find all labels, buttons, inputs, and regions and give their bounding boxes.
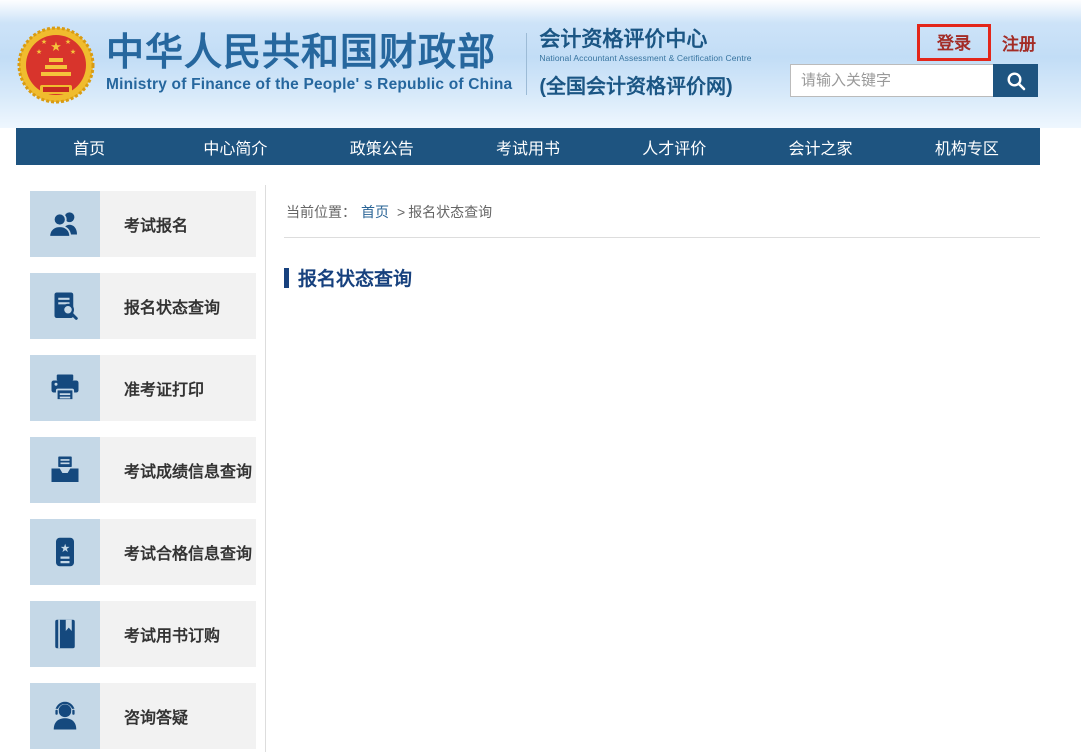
login-link[interactable]: 登录 — [937, 34, 971, 53]
sidebar-item-consultation[interactable]: 咨询答疑 — [30, 683, 256, 749]
svg-text:★: ★ — [60, 543, 70, 555]
document-search-icon — [47, 288, 83, 324]
sidebar-item-label: 考试用书订购 — [100, 601, 256, 667]
sidebar-item-label: 准考证打印 — [100, 355, 256, 421]
printer-icon — [47, 370, 83, 406]
login-highlight-box: 登录 — [917, 24, 991, 61]
header-right-area: 登录 注册 — [790, 24, 1038, 97]
nav-item-talent-evaluation[interactable]: 人才评价 — [601, 128, 747, 165]
main-navbar: 首页 中心简介 政策公告 考试用书 人才评价 会计之家 机构专区 — [16, 128, 1040, 165]
search-bar — [790, 64, 1038, 97]
sidebar-item-label: 报名状态查询 — [100, 273, 256, 339]
search-input[interactable] — [790, 64, 993, 97]
main-content: 当前位置：首页>报名状态查询 报名状态查询 — [266, 185, 1040, 752]
nav-item-exam-books[interactable]: 考试用书 — [455, 128, 601, 165]
section-title-bar — [284, 268, 289, 288]
sidebar-item-label: 考试成绩信息查询 — [100, 437, 256, 503]
sidebar-item-label: 考试合格信息查询 — [100, 519, 256, 585]
ministry-title-cn: 中华人民共和国财政部 — [106, 34, 512, 73]
national-emblem-icon: ★ ★ ★ ★ ★ — [16, 26, 96, 104]
sidebar-item-exam-pass-query[interactable]: ★ 考试合格信息查询 — [30, 519, 256, 585]
sidebar-item-exam-book-order[interactable]: 考试用书订购 — [30, 601, 256, 667]
breadcrumb-separator: > — [397, 204, 405, 220]
register-link[interactable]: 注册 — [1002, 35, 1036, 54]
users-icon — [47, 206, 83, 242]
breadcrumb-home-link[interactable]: 首页 — [361, 204, 389, 220]
nav-item-center-intro[interactable]: 中心简介 — [162, 128, 308, 165]
sidebar-menu: 考试报名 报名状态查询 — [30, 191, 256, 752]
section-title-text: 报名状态查询 — [298, 264, 412, 291]
search-icon — [1005, 70, 1027, 92]
inbox-document-icon — [47, 452, 83, 488]
center-title-cn: 会计资格评价中心 — [539, 29, 751, 51]
ministry-title-en: Ministry of Finance of the People' s Rep… — [106, 76, 512, 94]
svg-text:★: ★ — [70, 48, 76, 56]
header-divider — [526, 33, 527, 95]
book-icon — [47, 616, 83, 652]
breadcrumb-prefix: 当前位置： — [286, 204, 356, 220]
svg-text:★: ★ — [50, 39, 62, 54]
nav-item-institution-zone[interactable]: 机构专区 — [894, 128, 1040, 165]
headset-support-icon — [47, 698, 83, 734]
sidebar-item-label: 咨询答疑 — [100, 683, 256, 749]
nav-item-accountant-home[interactable]: 会计之家 — [747, 128, 893, 165]
sidebar-item-exam-registration[interactable]: 考试报名 — [30, 191, 256, 257]
sidebar-item-exam-score-query[interactable]: 考试成绩信息查询 — [30, 437, 256, 503]
svg-text:★: ★ — [41, 38, 47, 46]
sidebar-item-admission-ticket-print[interactable]: 准考证打印 — [30, 355, 256, 421]
center-title-en: National Accountant Assessment & Certifi… — [539, 53, 751, 63]
site-title-cn: (全国会计资格评价网) — [539, 70, 751, 99]
auth-row: 登录 注册 — [790, 24, 1038, 61]
nav-item-policy-announcements[interactable]: 政策公告 — [309, 128, 455, 165]
center-title-block: 会计资格评价中心 National Accountant Assessment … — [539, 29, 751, 98]
ministry-title-block: 中华人民共和国财政部 Ministry of Finance of the Pe… — [106, 34, 512, 94]
breadcrumb: 当前位置： 首页 >报名状态查询 — [284, 185, 1040, 238]
nav-item-home[interactable]: 首页 — [16, 128, 162, 165]
search-button[interactable] — [993, 64, 1038, 97]
svg-text:★: ★ — [36, 48, 42, 56]
sidebar-item-registration-status[interactable]: 报名状态查询 — [30, 273, 256, 339]
breadcrumb-current: 报名状态查询 — [408, 204, 492, 220]
svg-text:★: ★ — [65, 38, 71, 46]
sidebar-item-label: 考试报名 — [100, 191, 256, 257]
page-body: 考试报名 报名状态查询 — [16, 165, 1040, 752]
certificate-badge-icon: ★ — [47, 534, 83, 570]
page-header: ★ ★ ★ ★ ★ 中华人民共和国财政部 Ministry of Finance… — [0, 0, 1081, 128]
section-title: 报名状态查询 — [284, 264, 1040, 291]
